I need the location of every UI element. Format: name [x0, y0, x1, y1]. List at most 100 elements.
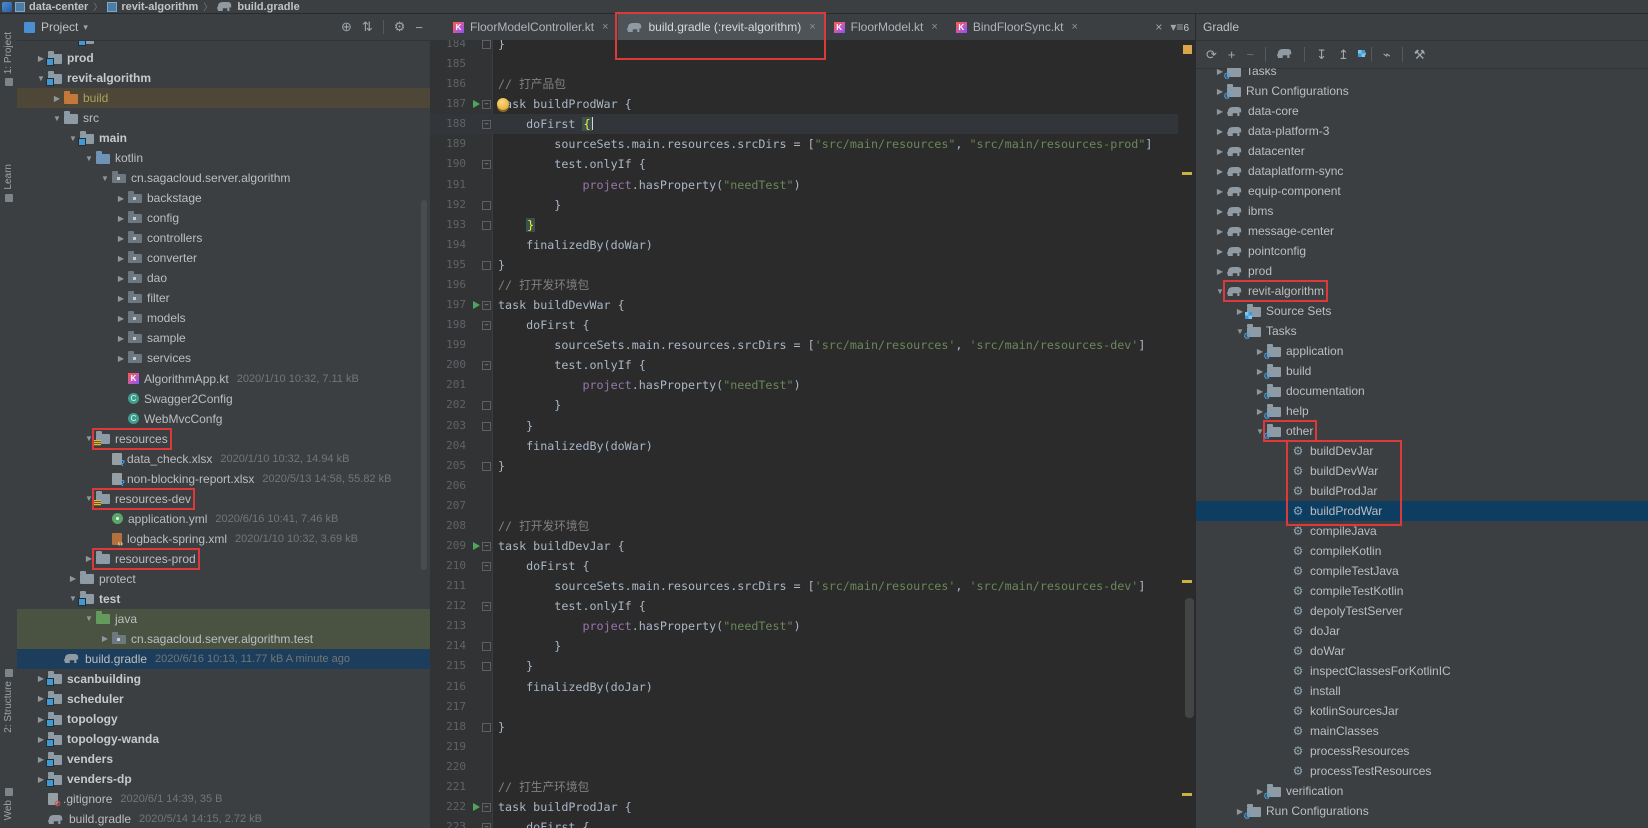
- gradle-tree-row[interactable]: ⚙compileTestJava: [1196, 561, 1648, 581]
- chevron-collapsed-icon[interactable]: ▶: [114, 274, 128, 283]
- gradle-tree-row[interactable]: ▶ibms: [1196, 201, 1648, 221]
- project-tree-row[interactable]: ▶venders: [17, 749, 430, 769]
- project-tree-row[interactable]: ▶config: [17, 208, 430, 228]
- project-tree-row[interactable]: build.gradle2020/5/14 14:15, 2.72 kB: [17, 809, 430, 828]
- chevron-down-icon[interactable]: ▾: [83, 22, 88, 33]
- fold-end-icon[interactable]: [482, 261, 491, 270]
- run-task-icon[interactable]: [473, 803, 480, 811]
- fold-end-icon[interactable]: [482, 723, 491, 732]
- gradle-tree-row[interactable]: ▶⚙help: [1196, 401, 1648, 421]
- code-line[interactable]: 210− doFirst {: [430, 556, 1178, 576]
- code-line[interactable]: 194 finalizedBy(doWar): [430, 235, 1178, 255]
- code-line[interactable]: 197−task buildDevWar {: [430, 295, 1178, 315]
- close-icon[interactable]: ×: [809, 21, 815, 33]
- gradle-tree-row[interactable]: ⚙compileJava: [1196, 521, 1648, 541]
- chevron-collapsed-icon[interactable]: ▶: [66, 574, 80, 583]
- gradle-tree-row[interactable]: ⚙processResources: [1196, 741, 1648, 761]
- gradle-tree-row[interactable]: ▶⚙application: [1196, 341, 1648, 361]
- project-tree-row[interactable]: ▼cn.sagacloud.server.algorithm: [17, 168, 430, 188]
- project-tree-row[interactable]: ▶topology-wanda: [17, 729, 430, 749]
- remove-icon[interactable]: −: [1247, 47, 1255, 62]
- gradle-tree-row[interactable]: ▶⚙build: [1196, 361, 1648, 381]
- project-tree-row[interactable]: ‹›logback-spring.xml2020/1/10 10:32, 3.6…: [17, 529, 430, 549]
- project-tree-row[interactable]: ▶cn.sagacloud.server.algorithm.test: [17, 629, 430, 649]
- chevron-collapsed-icon[interactable]: ▶: [114, 194, 128, 203]
- chevron-collapsed-icon[interactable]: ▶: [1213, 127, 1227, 136]
- fold-collapse-icon[interactable]: −: [482, 823, 491, 828]
- chevron-expanded-icon[interactable]: ▼: [1213, 287, 1227, 296]
- project-tree-row[interactable]: ?non-blocking-report.xlsx2020/5/13 14:58…: [17, 469, 430, 489]
- offline-mode-icon[interactable]: ⌁: [1383, 47, 1391, 63]
- project-tree-row[interactable]: KAlgorithmApp.kt2020/1/10 10:32, 7.11 kB: [17, 369, 430, 389]
- gradle-tree-row[interactable]: ▶dataplatform-sync: [1196, 161, 1648, 181]
- code-line[interactable]: 191 project.hasProperty("needTest"): [430, 175, 1178, 195]
- gradle-tree-row[interactable]: ⚙compileKotlin: [1196, 541, 1648, 561]
- chevron-collapsed-icon[interactable]: ▶: [114, 294, 128, 303]
- fold-collapse-icon[interactable]: −: [482, 361, 491, 370]
- add-icon[interactable]: +: [1228, 47, 1236, 62]
- code-line[interactable]: 185: [430, 54, 1178, 74]
- code-line[interactable]: 215 }: [430, 656, 1178, 676]
- project-tree-row[interactable]: ▶sample: [17, 328, 430, 348]
- code-line[interactable]: 186// 打产品包: [430, 74, 1178, 94]
- project-tree-row[interactable]: ▶converter: [17, 248, 430, 268]
- chevron-expanded-icon[interactable]: ▼: [82, 154, 96, 163]
- chevron-collapsed-icon[interactable]: ▶: [1213, 167, 1227, 176]
- fold-collapse-icon[interactable]: −: [482, 160, 491, 169]
- code-line[interactable]: 196// 打开发环境包: [430, 275, 1178, 295]
- gradle-tree-row[interactable]: ▶⚙Run Configurations: [1196, 801, 1648, 821]
- gradle-tree-row[interactable]: ▶datacenter: [1196, 141, 1648, 161]
- project-tree-row[interactable]: ▶venders-dp: [17, 769, 430, 789]
- fold-collapse-icon[interactable]: −: [482, 100, 491, 109]
- fold-end-icon[interactable]: [482, 221, 491, 230]
- project-tree-row[interactable]: CSwagger2Config: [17, 389, 430, 409]
- chevron-collapsed-icon[interactable]: ▶: [82, 554, 96, 563]
- project-tree-row[interactable]: ▼main: [17, 128, 430, 148]
- project-tree-row[interactable]: ▼resources: [17, 429, 430, 449]
- code-line[interactable]: 184}: [430, 40, 1178, 54]
- code-line[interactable]: 192 }: [430, 195, 1178, 215]
- project-tree-row[interactable]: ▶scanbuilding: [17, 669, 430, 689]
- chevron-collapsed-icon[interactable]: ▶: [98, 634, 112, 643]
- code-line[interactable]: 200− test.onlyIf {: [430, 355, 1178, 375]
- gradle-elephant-icon[interactable]: [1277, 47, 1293, 62]
- fold-end-icon[interactable]: [482, 662, 491, 671]
- gradle-tree-row[interactable]: ▶message-center: [1196, 221, 1648, 241]
- fold-end-icon[interactable]: [482, 462, 491, 471]
- fold-end-icon[interactable]: [482, 422, 491, 431]
- gradle-tree-row[interactable]: ⚙install: [1196, 681, 1648, 701]
- project-tree-row[interactable]: ▼revit-algorithm: [17, 68, 430, 88]
- project-tree-row[interactable]: ▶dao: [17, 268, 430, 288]
- code-line[interactable]: 217: [430, 697, 1178, 717]
- project-tree-row[interactable]: ▼kotlin: [17, 148, 430, 168]
- code-line[interactable]: 190− test.onlyIf {: [430, 154, 1178, 174]
- gradle-tree-row[interactable]: ⚙buildProdJar: [1196, 481, 1648, 501]
- project-tree-row[interactable]: ▼test: [17, 589, 430, 609]
- project-tree-row[interactable]: application.yml2020/6/16 10:41, 7.46 kB: [17, 509, 430, 529]
- code-line[interactable]: 221// 打生产环境包: [430, 777, 1178, 797]
- project-tree-row[interactable]: ?data_check.xlsx2020/1/10 10:32, 14.94 k…: [17, 449, 430, 469]
- settings-icon[interactable]: ⚙: [394, 19, 406, 35]
- code-line[interactable]: 214 }: [430, 636, 1178, 656]
- fold-collapse-icon[interactable]: −: [482, 562, 491, 571]
- project-panel-title[interactable]: Project: [41, 20, 78, 34]
- code-line[interactable]: 187−task buildProdWar {: [430, 94, 1178, 114]
- gradle-tree-row[interactable]: ▶prod: [1196, 261, 1648, 281]
- code-line[interactable]: 201 project.hasProperty("needTest"): [430, 375, 1178, 395]
- chevron-collapsed-icon[interactable]: ▶: [114, 334, 128, 343]
- code-line[interactable]: 213 project.hasProperty("needTest"): [430, 616, 1178, 636]
- editor-tab[interactable]: KBindFloorSync.kt×: [947, 14, 1087, 40]
- project-tree-row[interactable]: ▶protect: [17, 569, 430, 589]
- gradle-tree-row[interactable]: ⚙compileTestKotlin: [1196, 581, 1648, 601]
- code-line[interactable]: 222−task buildProdJar {: [430, 797, 1178, 817]
- gradle-tree-row[interactable]: ⚙depolyTestServer: [1196, 601, 1648, 621]
- gradle-tree-row[interactable]: ▶data-platform-3: [1196, 121, 1648, 141]
- fold-end-icon[interactable]: [482, 40, 491, 49]
- code-line[interactable]: 195}: [430, 255, 1178, 275]
- refresh-icon[interactable]: ⟳: [1206, 47, 1217, 63]
- code-line[interactable]: 216 finalizedBy(doJar): [430, 677, 1178, 697]
- project-tree-row[interactable]: ▼resources-dev: [17, 489, 430, 509]
- code-line[interactable]: 219: [430, 737, 1178, 757]
- project-tree-row[interactable]: ▶models: [17, 308, 430, 328]
- code-line[interactable]: 218}: [430, 717, 1178, 737]
